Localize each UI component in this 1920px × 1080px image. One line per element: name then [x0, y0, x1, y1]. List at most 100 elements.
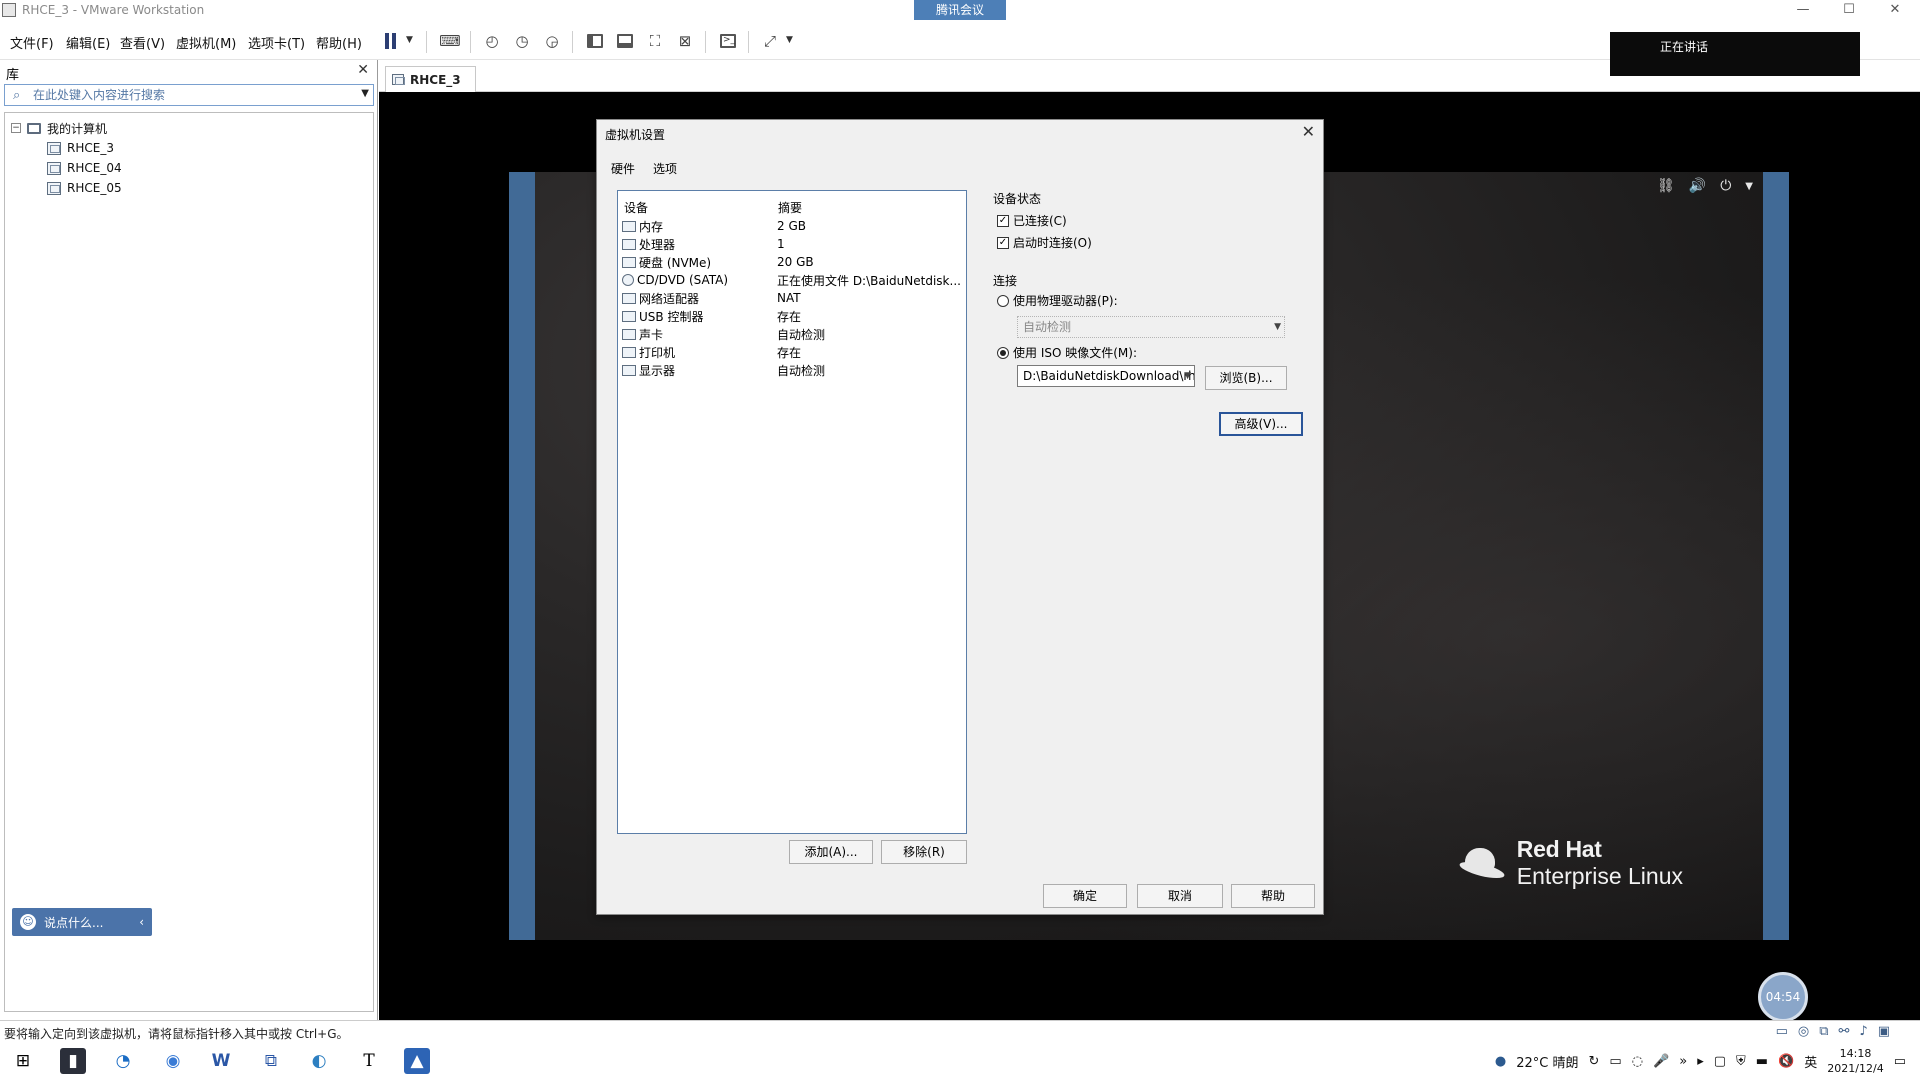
dialog-close-button[interactable]: ✕: [1302, 122, 1315, 141]
pause-button[interactable]: [378, 29, 402, 53]
meeting-timer-badge[interactable]: 04:54: [1758, 972, 1808, 1022]
minimize-button[interactable]: —: [1788, 1, 1818, 19]
volume-icon[interactable]: 🔊: [1689, 178, 1706, 194]
tab-hardware[interactable]: 硬件: [611, 160, 635, 177]
stretch-dropdown-icon[interactable]: ▼: [786, 35, 793, 45]
menu-help[interactable]: 帮助(H): [316, 33, 362, 52]
photos-app-icon[interactable]: ▲: [404, 1048, 430, 1074]
menu-tabs[interactable]: 选项卡(T): [248, 33, 305, 52]
weather-text[interactable]: 22°C 晴朗: [1516, 1052, 1578, 1071]
shield-icon[interactable]: ⛨: [1736, 1054, 1746, 1069]
browse-button[interactable]: 浏览(B)...: [1205, 366, 1287, 390]
network-icon: [622, 292, 636, 304]
wps-office-icon[interactable]: W: [208, 1048, 234, 1074]
help-button[interactable]: 帮助: [1231, 884, 1315, 908]
maximize-button[interactable]: ☐: [1834, 1, 1864, 19]
collapse-icon[interactable]: −: [11, 123, 21, 133]
revert-snapshot-button[interactable]: ◷: [510, 29, 534, 53]
menu-view[interactable]: 查看(V): [120, 33, 165, 52]
network-tray-icon[interactable]: ▢: [1714, 1054, 1726, 1069]
connected-checkbox[interactable]: ✓ 已连接(C): [997, 212, 1067, 229]
use-iso-radio[interactable]: 使用 ISO 映像文件(M):: [997, 344, 1137, 361]
device-row-cpu[interactable]: 处理器 1: [622, 235, 962, 253]
speaker-muted-icon[interactable]: 🔇: [1778, 1054, 1794, 1069]
device-row-display[interactable]: 显示器 自动检测: [622, 361, 962, 379]
connect-at-power-on-checkbox[interactable]: ✓ 启动时连接(O): [997, 234, 1092, 251]
snapshot-manager-button[interactable]: ◶: [540, 29, 564, 53]
chevron-left-icon[interactable]: ‹: [139, 915, 144, 929]
ok-button[interactable]: 确定: [1043, 884, 1127, 908]
library-search-input[interactable]: [33, 87, 353, 103]
network-icon[interactable]: ⛓: [1657, 178, 1675, 194]
device-row-printer[interactable]: 打印机 存在: [622, 343, 962, 361]
close-window-button[interactable]: ✕: [1880, 1, 1910, 19]
vmware-taskbar-icon[interactable]: ⧉: [258, 1048, 284, 1074]
show-library-button[interactable]: [583, 29, 607, 53]
menu-edit[interactable]: 编辑(E): [66, 33, 110, 52]
network-status-icon[interactable]: ⧉: [1819, 1024, 1828, 1039]
message-status-icon[interactable]: ▣: [1878, 1024, 1890, 1039]
menu-vm[interactable]: 虚拟机(M): [176, 33, 236, 52]
text-editor-icon[interactable]: T: [356, 1048, 382, 1074]
send-ctrl-alt-del-button[interactable]: ⌨: [438, 29, 462, 53]
snapshot-button[interactable]: ◴: [480, 29, 504, 53]
thumbnail-bar-button[interactable]: [613, 29, 637, 53]
library-search[interactable]: ⌕ ▼: [4, 84, 374, 106]
console-button[interactable]: >_: [716, 29, 740, 53]
power-icon[interactable]: ⏻: [1720, 178, 1731, 194]
meeting-chat-button[interactable]: ☺ 说点什么... ‹: [12, 908, 152, 936]
ime-indicator[interactable]: 英: [1804, 1052, 1817, 1071]
tree-item-vm[interactable]: RHCE_05: [47, 179, 122, 197]
windows-start-icon[interactable]: ⊞: [10, 1048, 36, 1074]
search-dropdown-icon[interactable]: ▼: [361, 88, 369, 99]
device-row-cddvd[interactable]: CD/DVD (SATA) 正在使用文件 D:\BaiduNetdisk...: [622, 271, 962, 289]
chevron-down-icon[interactable]: ▼: [1184, 366, 1191, 386]
notification-icon[interactable]: ▭: [1894, 1054, 1906, 1069]
tray-app-icon[interactable]: ◌: [1632, 1054, 1643, 1069]
hdd-status-icon[interactable]: ▭: [1776, 1024, 1788, 1039]
library-close-button[interactable]: ✕: [357, 62, 369, 78]
tree-root-my-computer[interactable]: − 我的计算机: [11, 119, 107, 137]
edge-browser-icon[interactable]: ◔: [110, 1048, 136, 1074]
tray-sync-icon[interactable]: ↻: [1589, 1054, 1600, 1069]
add-device-button[interactable]: 添加(A)...: [789, 840, 873, 864]
cancel-button[interactable]: 取消: [1137, 884, 1223, 908]
tab-options[interactable]: 选项: [653, 160, 677, 177]
connected-label: 已连接(C): [1013, 214, 1067, 228]
weather-icon[interactable]: ●: [1495, 1054, 1506, 1069]
device-row-usb[interactable]: USB 控制器 存在: [622, 307, 962, 325]
device-row-disk[interactable]: 硬盘 (NVMe) 20 GB: [622, 253, 962, 271]
device-row-memory[interactable]: 内存 2 GB: [622, 217, 962, 235]
battery-icon[interactable]: ▬: [1756, 1054, 1768, 1069]
meeting-app-icon[interactable]: ◐: [306, 1048, 332, 1074]
chevron-down-icon[interactable]: ▼: [1745, 181, 1753, 192]
pause-dropdown-icon[interactable]: ▼: [406, 35, 413, 45]
vm-icon: [47, 161, 61, 175]
unity-button[interactable]: ⊠: [673, 29, 697, 53]
microphone-icon[interactable]: 🎤: [1653, 1054, 1669, 1069]
remove-device-button[interactable]: 移除(R): [881, 840, 967, 864]
fullscreen-button[interactable]: ⛶: [643, 29, 667, 53]
terminal-app-icon[interactable]: ▮: [60, 1048, 86, 1074]
clock[interactable]: 14:18 2021/12/4: [1827, 1046, 1883, 1076]
tree-item-vm[interactable]: RHCE_3: [47, 139, 114, 157]
tray-expand-icon[interactable]: »: [1679, 1054, 1687, 1069]
use-physical-drive-radio[interactable]: 使用物理驱动器(P):: [997, 292, 1118, 309]
stretch-button[interactable]: ⤢: [758, 29, 782, 53]
sound-status-icon[interactable]: ♪: [1859, 1024, 1867, 1039]
tray-arrow-icon[interactable]: ▸: [1697, 1054, 1704, 1069]
checkbox-checked-icon: ✓: [997, 214, 1009, 227]
menu-file[interactable]: 文件(F): [10, 33, 54, 52]
vm-tab-label: RHCE_3: [410, 72, 461, 87]
chrome-browser-icon[interactable]: ◉: [160, 1048, 186, 1074]
advanced-button[interactable]: 高级(V)...: [1219, 412, 1303, 436]
vm-tab[interactable]: RHCE_3: [385, 66, 476, 92]
tree-item-vm[interactable]: RHCE_04: [47, 159, 122, 177]
meeting-indicator[interactable]: 腾讯会议: [914, 0, 1006, 20]
device-row-sound[interactable]: 声卡 自动检测: [622, 325, 962, 343]
cd-status-icon[interactable]: ◎: [1798, 1024, 1809, 1039]
device-row-network[interactable]: 网络适配器 NAT: [622, 289, 962, 307]
iso-path-combo[interactable]: D:\BaiduNetdiskDownload\rh ▼: [1017, 365, 1195, 387]
usb-status-icon[interactable]: ⚯: [1839, 1024, 1850, 1039]
tray-display-icon[interactable]: ▭: [1609, 1054, 1621, 1069]
